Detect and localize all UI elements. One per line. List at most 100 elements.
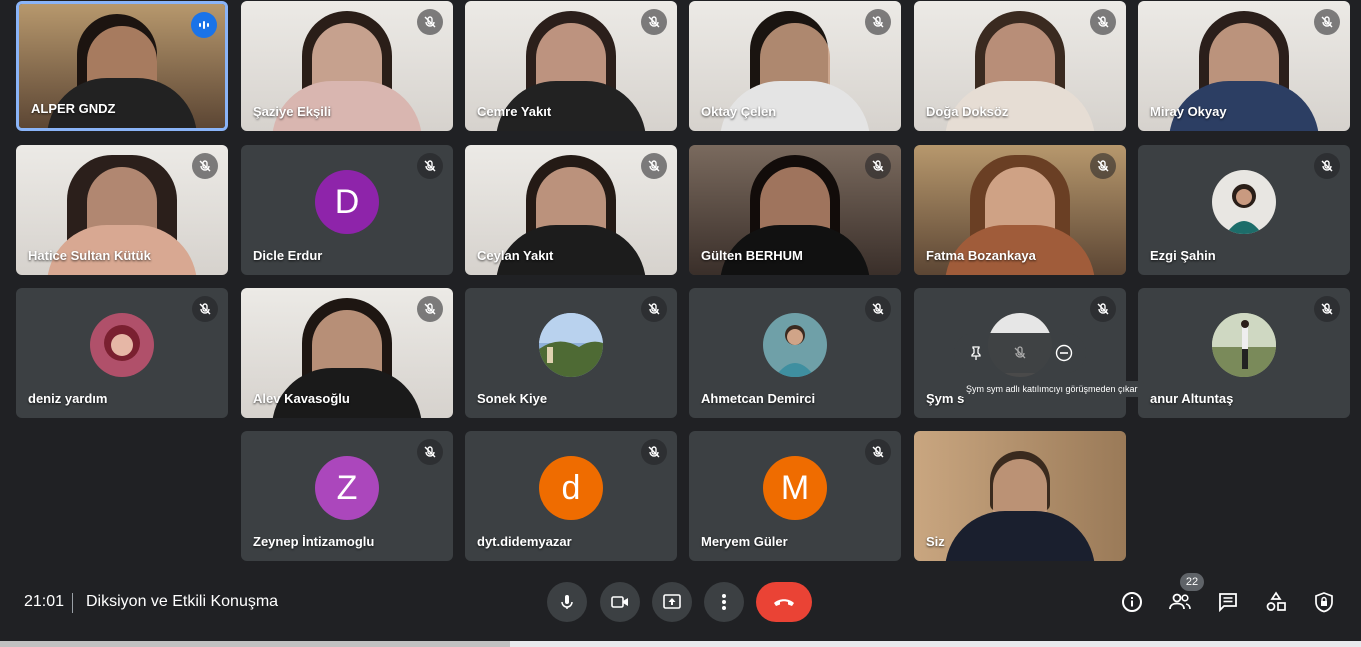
participant-tile[interactable]: Siz <box>914 431 1126 561</box>
meeting-control-bar: 21:01 Diksiyon ve Etkili Konuşma 22 <box>0 570 1361 634</box>
participant-name: Ezgi Şahin <box>1150 248 1216 263</box>
participant-name: Miray Okyay <box>1150 104 1227 119</box>
participant-name: Dicle Erdur <box>253 248 323 263</box>
participant-tile[interactable]: Doğa Doksöz <box>914 1 1126 131</box>
mic-off-icon <box>417 439 443 465</box>
host-controls-icon <box>1315 592 1333 613</box>
participant-tile[interactable]: Hatice Sultan Kütük <box>16 145 228 275</box>
participant-tile[interactable]: Miray Okyay <box>1138 1 1350 131</box>
remove-icon[interactable] <box>1048 337 1080 369</box>
mic-off-icon <box>417 296 443 322</box>
participant-name: Alev Kavasoğlu <box>253 391 350 406</box>
mic-off-icon <box>865 153 891 179</box>
people-icon <box>1169 593 1191 610</box>
participant-name: Meryem Güler <box>701 534 788 549</box>
divider <box>72 593 73 613</box>
pin-icon[interactable] <box>960 337 992 369</box>
avatar: D <box>315 170 379 234</box>
mic-icon <box>561 595 573 609</box>
mic-button[interactable] <box>547 582 587 622</box>
participant-name: Sonek Kiye <box>477 391 548 406</box>
participant-tile[interactable]: Şaziye Ekşili <box>241 1 453 131</box>
scrollbar-thumb[interactable] <box>0 641 510 647</box>
participant-tile[interactable]: Oktay Çelen <box>689 1 901 131</box>
participant-name: Hatice Sultan Kütük <box>28 248 151 263</box>
mic-off-icon <box>417 153 443 179</box>
present-button[interactable] <box>652 582 692 622</box>
avatar <box>763 313 827 377</box>
avatar <box>90 313 154 377</box>
participant-name: Gülten BERHUM <box>701 248 803 263</box>
camera-icon <box>611 596 628 608</box>
more-icon <box>722 594 726 610</box>
avatar: d <box>539 456 603 520</box>
participant-name: Doğa Doksöz <box>926 104 1009 119</box>
meeting-title: Diksiyon ve Etkili Konuşma <box>86 593 279 610</box>
present-icon <box>663 594 681 609</box>
participant-count-badge: 22 <box>1180 573 1204 591</box>
participant-name: Şym s <box>926 391 965 406</box>
participant-name: Siz <box>926 534 945 549</box>
participant-name: deniz yardım <box>28 391 108 406</box>
remove-participant-tooltip: Şym sym adlı katılımcıyı görüşmeden çıka… <box>960 381 1144 397</box>
meeting-details-button[interactable] <box>1114 584 1150 620</box>
participant-tile[interactable]: Ceylan Yakıt <box>465 145 677 275</box>
participant-tile[interactable]: ALPER GNDZ <box>16 1 228 131</box>
participant-name: ALPER GNDZ <box>31 101 116 116</box>
mic-off-icon <box>641 9 667 35</box>
avatar: M <box>763 456 827 520</box>
participant-name: Cemre Yakıt <box>477 104 552 119</box>
participant-name: Zeynep İntizamoglu <box>253 534 375 549</box>
participant-name: Ceylan Yakıt <box>477 248 554 263</box>
more-options-button[interactable] <box>704 582 744 622</box>
participant-tile[interactable]: D Dicle Erdur <box>241 145 453 275</box>
participant-name: Ahmetcan Demirci <box>701 391 816 406</box>
participant-tile[interactable]: Alev Kavasoğlu <box>241 288 453 418</box>
mic-off-icon <box>192 296 218 322</box>
participant-tile[interactable]: Cemre Yakıt <box>465 1 677 131</box>
chat-icon <box>1219 593 1237 613</box>
participant-tile[interactable]: Sonek Kiye <box>465 288 677 418</box>
mic-off-icon <box>641 296 667 322</box>
participant-tile[interactable]: anur Altuntaş <box>1138 288 1350 418</box>
mic-off-icon <box>865 9 891 35</box>
meeting-time: 21:01 <box>24 593 65 610</box>
participant-name: Fatma Bozankaya <box>926 248 1036 263</box>
participant-video <box>914 431 1126 561</box>
avatar: Z <box>315 456 379 520</box>
mic-off-icon <box>417 9 443 35</box>
info-icon <box>1122 592 1142 612</box>
mic-off-icon <box>865 296 891 322</box>
participant-tile[interactable]: Z Zeynep İntizamoglu <box>241 431 453 561</box>
mic-off-icon <box>192 153 218 179</box>
participant-name: Şaziye Ekşili <box>253 104 332 119</box>
host-controls-button[interactable] <box>1306 584 1342 620</box>
participant-hover-controls <box>954 333 1086 373</box>
hangup-icon <box>774 599 794 606</box>
participant-tile[interactable]: Fatma Bozankaya <box>914 145 1126 275</box>
activities-button[interactable] <box>1258 584 1294 620</box>
mic-off-icon <box>1314 153 1340 179</box>
participant-tile[interactable]: M Meryem Güler <box>689 431 901 561</box>
participant-tile[interactable]: Ezgi Şahin <box>1138 145 1350 275</box>
mic-off-icon <box>1314 296 1340 322</box>
mic-off-icon <box>1090 296 1116 322</box>
mic-off-icon <box>641 153 667 179</box>
avatar <box>1212 313 1276 377</box>
mic-off-icon[interactable] <box>1004 337 1036 369</box>
camera-button[interactable] <box>600 582 640 622</box>
participant-name: anur Altuntaş <box>1150 391 1234 406</box>
leave-call-button[interactable] <box>756 582 812 622</box>
participant-tile[interactable]: Gülten BERHUM <box>689 145 901 275</box>
participant-tile[interactable]: deniz yardım <box>16 288 228 418</box>
participant-name: Oktay Çelen <box>701 104 777 119</box>
participant-tile[interactable]: d dyt.didemyazar <box>465 431 677 561</box>
chat-button[interactable] <box>1210 584 1246 620</box>
participant-tile[interactable]: Ahmetcan Demirci <box>689 288 901 418</box>
mic-off-icon <box>1090 9 1116 35</box>
mic-off-icon <box>865 439 891 465</box>
speaking-indicator-icon <box>191 12 217 38</box>
avatar <box>1212 170 1276 234</box>
mic-off-icon <box>641 439 667 465</box>
participant-grid: ALPER GNDZ Şaziye Ekşili Cemre Yakıt Okt… <box>0 0 1361 570</box>
